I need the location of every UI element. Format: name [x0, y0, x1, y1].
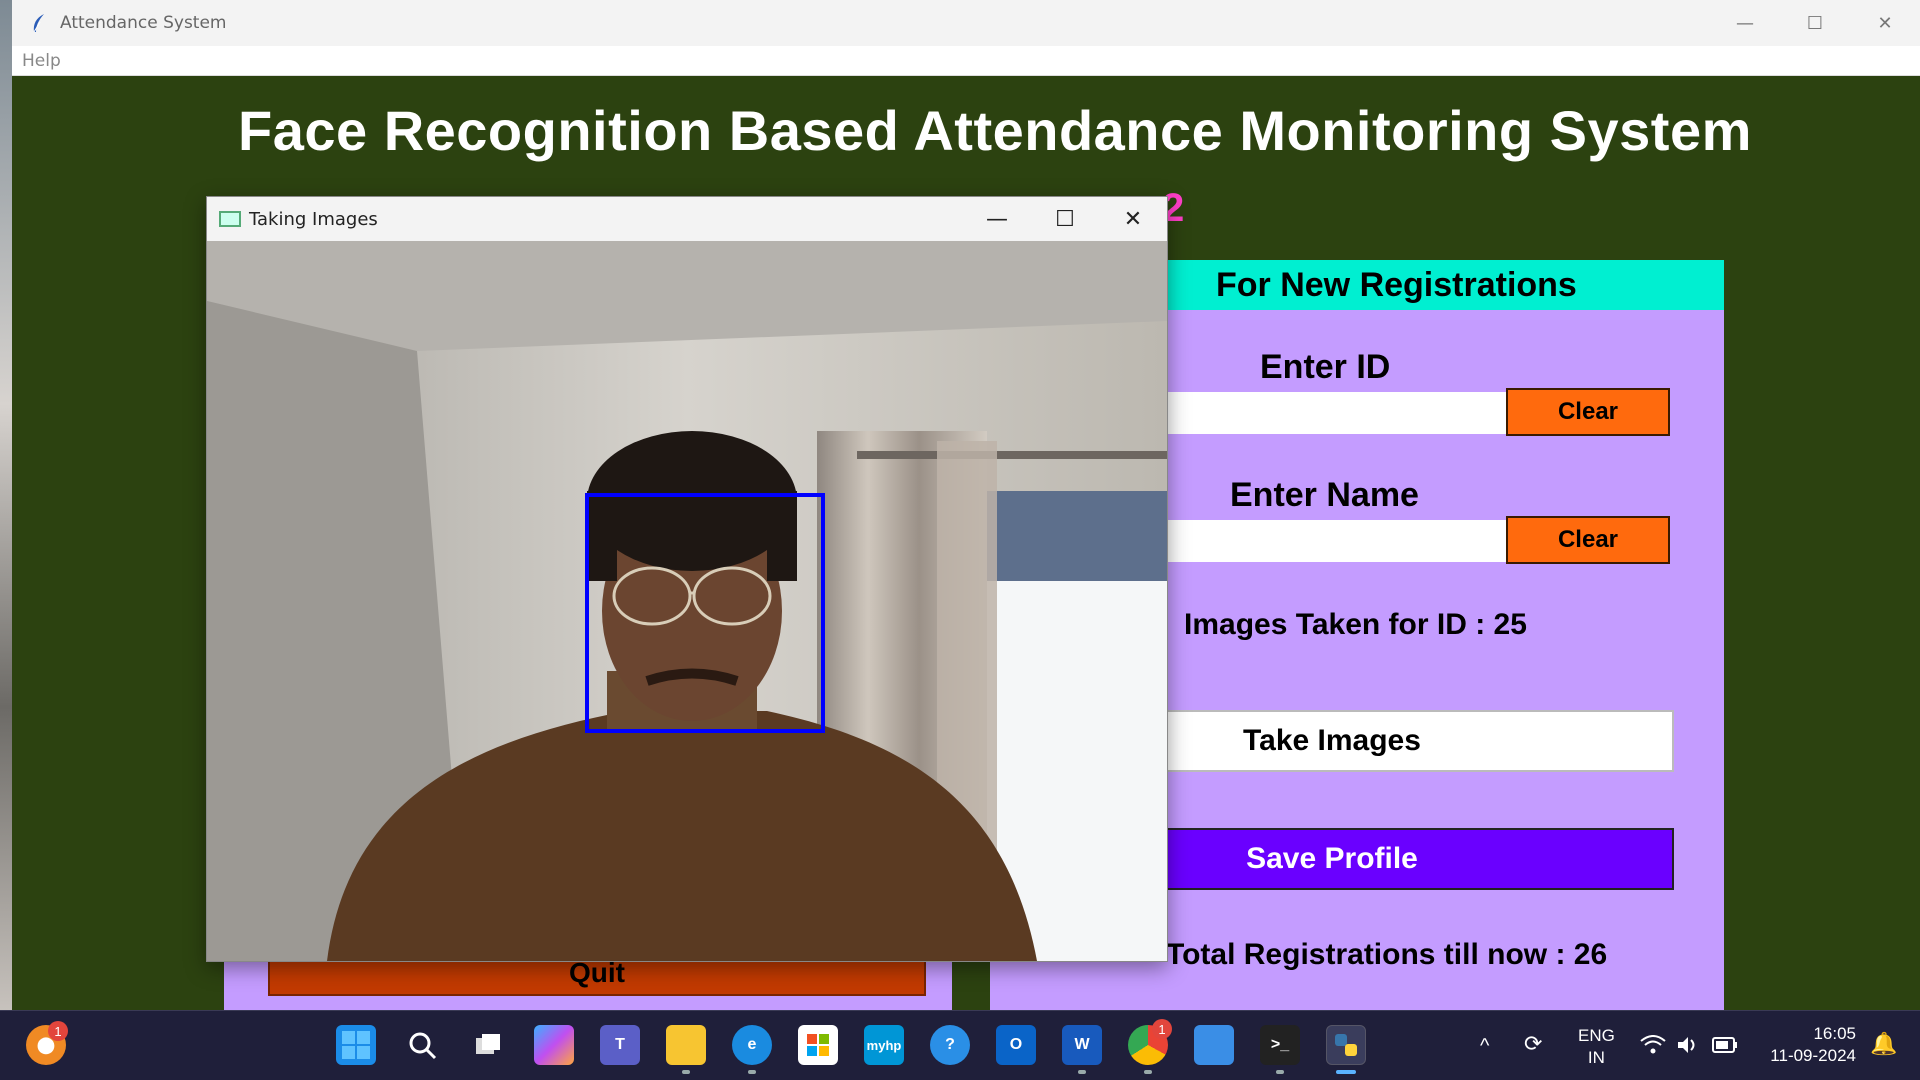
menu-bar: Help: [12, 46, 1920, 76]
enter-id-label: Enter ID: [1260, 348, 1391, 386]
show-hidden-icons-icon[interactable]: ^: [1480, 1035, 1489, 1057]
teams-icon[interactable]: T: [600, 1025, 640, 1065]
copilot-icon[interactable]: [534, 1025, 574, 1065]
word-icon[interactable]: W: [1062, 1025, 1102, 1065]
capture-close-button[interactable]: ✕: [1099, 197, 1167, 241]
notifications-icon[interactable]: 🔔: [1870, 1033, 1897, 1055]
volume-icon[interactable]: [1676, 1035, 1700, 1061]
outlook-icon[interactable]: O: [996, 1025, 1036, 1065]
registration-header-text: For New Registrations: [1216, 266, 1577, 304]
start-icon[interactable]: [336, 1025, 376, 1065]
photos-icon[interactable]: [1194, 1025, 1234, 1065]
capture-minimize-button[interactable]: —: [963, 197, 1031, 241]
window-title: Attendance System: [60, 13, 227, 33]
desktop-background: [0, 0, 12, 1010]
menu-help[interactable]: Help: [22, 51, 61, 71]
maximize-button[interactable]: ☐: [1780, 0, 1850, 46]
taskbar: ⬤ 1 T e myhp ? O W 1 >_ ^ ⟳ ENG IN 16:05…: [0, 1010, 1920, 1080]
myhp-icon[interactable]: myhp: [864, 1025, 904, 1065]
minimize-button[interactable]: —: [1710, 0, 1780, 46]
battery-icon[interactable]: [1712, 1037, 1738, 1059]
clear-name-button[interactable]: Clear: [1506, 516, 1670, 564]
search-icon[interactable]: [402, 1025, 442, 1065]
wifi-icon[interactable]: [1640, 1035, 1666, 1061]
region-code: IN: [1587, 1048, 1605, 1067]
language-code: ENG: [1578, 1026, 1615, 1045]
images-taken-status: Images Taken for ID : 25: [1184, 608, 1527, 641]
close-button[interactable]: ✕: [1850, 0, 1920, 46]
feather-icon: [28, 12, 50, 34]
opencv-window-icon: [219, 211, 241, 227]
clock[interactable]: 16:05 11-09-2024: [1760, 1023, 1856, 1067]
terminal-icon[interactable]: >_: [1260, 1025, 1300, 1065]
enter-name-label: Enter Name: [1230, 476, 1419, 514]
language-indicator[interactable]: ENG IN: [1578, 1025, 1615, 1069]
capture-maximize-button[interactable]: ☐: [1031, 197, 1099, 241]
store-icon[interactable]: [798, 1025, 838, 1065]
sync-icon[interactable]: ⟳: [1524, 1033, 1542, 1055]
clear-id-button[interactable]: Clear: [1506, 388, 1670, 436]
python-icon[interactable]: [1326, 1025, 1366, 1065]
clock-time: 16:05: [1813, 1024, 1856, 1043]
task-view-icon[interactable]: [468, 1025, 508, 1065]
webcam-frame: [207, 241, 1167, 961]
chrome-badge: 1: [1152, 1019, 1172, 1039]
total-registrations-label: Total Registrations till now : 26: [1166, 938, 1608, 971]
capture-titlebar[interactable]: Taking Images — ☐ ✕: [207, 197, 1167, 241]
capture-window: Taking Images — ☐ ✕: [206, 196, 1168, 962]
capture-title: Taking Images: [249, 208, 378, 230]
file-explorer-icon[interactable]: [666, 1025, 706, 1065]
window-titlebar[interactable]: Attendance System — ☐ ✕: [12, 0, 1920, 46]
notification-badge: 1: [48, 1021, 68, 1041]
page-title: Face Recognition Based Attendance Monito…: [238, 99, 1752, 162]
edge-icon[interactable]: e: [732, 1025, 772, 1065]
help-icon[interactable]: ?: [930, 1025, 970, 1065]
quit-button[interactable]: Quit: [268, 956, 926, 996]
clock-date: 11-09-2024: [1770, 1046, 1856, 1065]
